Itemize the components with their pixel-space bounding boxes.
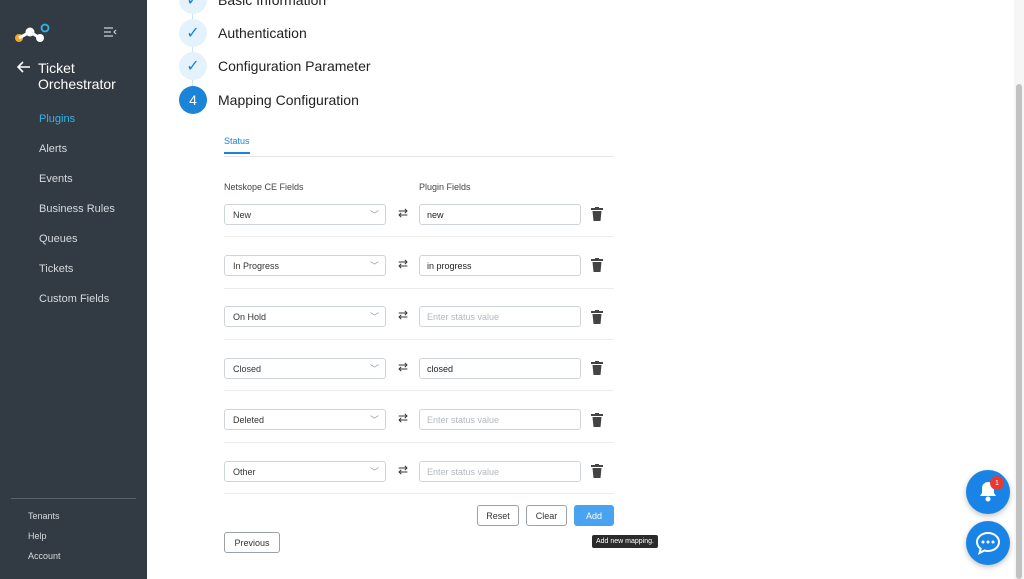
chevron-down-icon: ﹀ [369, 467, 379, 477]
sidebar-nav: Plugins Alerts Events Business Rules Que… [39, 111, 115, 321]
check-icon: ✓ [179, 52, 207, 80]
tabs-divider [224, 156, 614, 157]
sidebar-item-account[interactable]: Account [28, 551, 61, 571]
row-divider [224, 493, 614, 494]
column-header-netskope-fields: Netskope CE Fields [224, 182, 304, 192]
sidebar: Ticket Orchestrator Plugins Alerts Event… [0, 0, 147, 579]
check-icon: ✓ [179, 19, 207, 47]
delete-icon[interactable] [591, 258, 603, 272]
step-label: Configuration Parameter [218, 58, 371, 74]
chevron-down-icon: ﹀ [369, 312, 379, 322]
ce-field-select[interactable]: Closed ﹀ [224, 358, 386, 379]
sidebar-bottom-links: Tenants Help Account [28, 511, 61, 571]
app-title: Ticket Orchestrator [38, 60, 116, 92]
previous-button[interactable]: Previous [224, 532, 280, 553]
delete-icon[interactable] [591, 361, 603, 375]
step-configuration-parameter: ✓ Configuration Parameter [179, 52, 371, 80]
ce-field-select[interactable]: On Hold ﹀ [224, 306, 386, 327]
add-button[interactable]: Add [574, 505, 614, 526]
check-icon: ✓ [179, 0, 207, 14]
column-header-plugin-fields: Plugin Fields [419, 182, 471, 192]
sidebar-item-tickets[interactable]: Tickets [39, 261, 115, 291]
step-label: Basic Information [218, 0, 327, 8]
chevron-down-icon: ﹀ [369, 261, 379, 271]
collapse-sidebar-icon[interactable] [103, 26, 119, 40]
delete-icon[interactable] [591, 207, 603, 221]
ce-field-select[interactable]: In Progress ﹀ [224, 255, 386, 276]
delete-icon[interactable] [591, 464, 603, 478]
swap-icon: ⇄ [397, 308, 409, 322]
step-number: 4 [179, 86, 207, 114]
swap-icon: ⇄ [397, 463, 409, 477]
netskope-logo[interactable] [14, 22, 50, 44]
back-arrow-icon[interactable] [16, 60, 31, 79]
row-divider [224, 442, 614, 443]
step-label: Mapping Configuration [218, 92, 359, 108]
step-mapping-configuration: 4 Mapping Configuration [179, 86, 359, 114]
chevron-down-icon: ﹀ [369, 364, 379, 374]
row-divider [224, 390, 614, 391]
select-value: Deleted [233, 415, 265, 425]
sidebar-item-business-rules[interactable]: Business Rules [39, 201, 115, 231]
sidebar-item-custom-fields[interactable]: Custom Fields [39, 291, 115, 321]
select-value: In Progress [233, 261, 280, 271]
swap-icon: ⇄ [397, 206, 409, 220]
sidebar-item-plugins[interactable]: Plugins [39, 111, 115, 141]
ce-field-select[interactable]: Deleted ﹀ [224, 409, 386, 430]
sidebar-item-alerts[interactable]: Alerts [39, 141, 115, 171]
plugin-field-input[interactable] [419, 358, 581, 379]
chevron-down-icon: ﹀ [369, 415, 379, 425]
notifications-button[interactable] [966, 470, 1010, 514]
chat-icon [975, 531, 1001, 555]
step-basic-information: ✓ Basic Information [179, 0, 326, 14]
row-divider [224, 236, 614, 237]
notification-badge: 1 [990, 476, 1004, 490]
ce-field-select[interactable]: New ﹀ [224, 204, 386, 225]
select-value: On Hold [233, 312, 267, 322]
plugin-field-input[interactable] [419, 409, 581, 430]
plugin-field-input[interactable] [419, 255, 581, 276]
scrollbar[interactable] [1014, 0, 1024, 579]
ce-field-select[interactable]: Other ﹀ [224, 461, 386, 482]
step-label: Authentication [218, 25, 307, 41]
sidebar-item-events[interactable]: Events [39, 171, 115, 201]
scrollbar-thumb[interactable] [1016, 84, 1022, 579]
select-value: Closed [233, 364, 262, 374]
plugin-field-input[interactable] [419, 204, 581, 225]
clear-button[interactable]: Clear [526, 505, 567, 526]
select-value: Other [233, 467, 256, 477]
sidebar-divider [11, 498, 136, 499]
plugin-field-input[interactable] [419, 306, 581, 327]
delete-icon[interactable] [591, 413, 603, 427]
reset-button[interactable]: Reset [477, 505, 519, 526]
step-authentication: ✓ Authentication [179, 19, 307, 47]
row-divider [224, 288, 614, 289]
chat-button[interactable] [966, 521, 1010, 565]
tab-status[interactable]: Status [224, 136, 250, 154]
swap-icon: ⇄ [397, 360, 409, 374]
swap-icon: ⇄ [397, 257, 409, 271]
plugin-field-input[interactable] [419, 461, 581, 482]
sidebar-item-help[interactable]: Help [28, 531, 61, 551]
row-divider [224, 339, 614, 340]
swap-icon: ⇄ [397, 411, 409, 425]
delete-icon[interactable] [591, 310, 603, 324]
sidebar-item-queues[interactable]: Queues [39, 231, 115, 261]
sidebar-item-tenants[interactable]: Tenants [28, 511, 61, 531]
chevron-down-icon: ﹀ [369, 210, 379, 220]
select-value: New [233, 210, 252, 220]
add-tooltip: Add new mapping. [592, 535, 658, 548]
